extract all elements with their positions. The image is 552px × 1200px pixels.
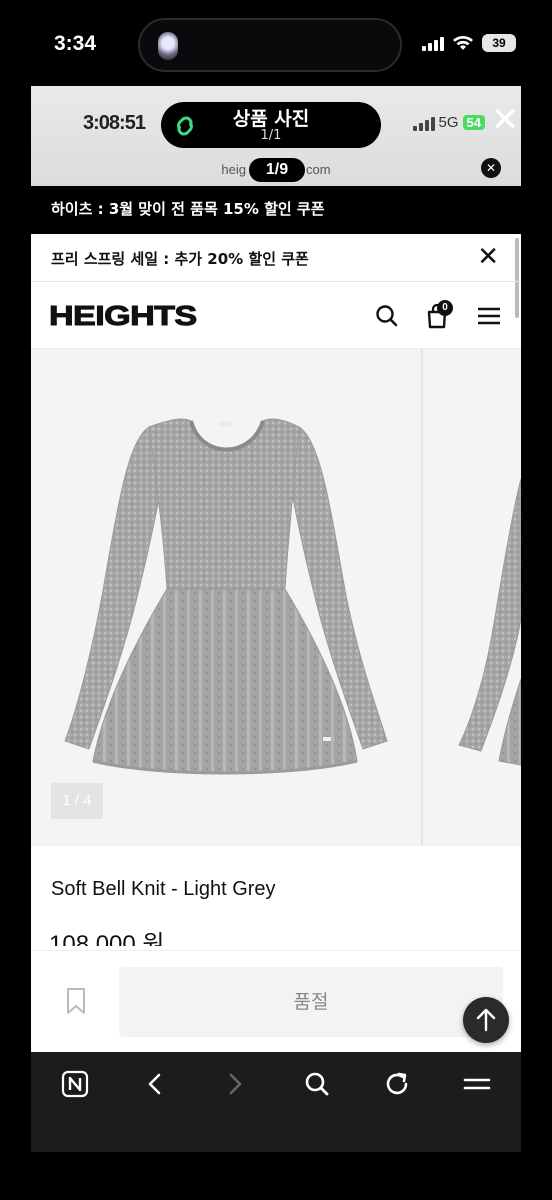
inner-status-time: 3:08:51 — [83, 112, 146, 134]
cart-count-badge: 0 — [437, 300, 453, 316]
product-photo-pill: 상품 사진 1/1 — [161, 102, 381, 148]
product-price: 108,000 원 — [49, 931, 165, 946]
slide-counter: 1 / 4 — [51, 783, 103, 819]
web-page: 프리 스프링 세일 : 추가 20% 할인 쿠폰 ✕ HEIGHTS 0 1 /… — [31, 234, 521, 1052]
knit-dress-image-next — [458, 478, 521, 766]
sale-banner[interactable]: 프리 스프링 세일 : 추가 20% 할인 쿠폰 ✕ — [31, 234, 521, 282]
dynamic-island — [138, 18, 402, 72]
product-name: Soft Bell Knit - Light Grey — [51, 878, 276, 900]
naver-home-icon — [61, 1070, 89, 1098]
soldout-button[interactable]: 품절 — [119, 967, 503, 1037]
site-logo[interactable]: HEIGHTS — [48, 300, 197, 332]
refresh-icon — [386, 1072, 408, 1095]
wifi-icon — [452, 35, 474, 51]
forward-button[interactable] — [217, 1066, 253, 1102]
url-row: heig com 1/9 ✕ — [31, 156, 521, 182]
bookmark-icon[interactable] — [65, 987, 87, 1015]
bottom-action-bar: 품절 — [31, 950, 521, 1052]
url-suffix: com — [306, 162, 331, 177]
promo-bar[interactable]: 하이츠 : 3월 맞이 전 품목 15% 할인 쿠폰 — [31, 186, 521, 234]
chevron-right-icon — [229, 1073, 242, 1095]
url-clear-icon[interactable]: ✕ — [481, 158, 501, 178]
battery-icon: 39 — [482, 34, 516, 52]
site-header: HEIGHTS 0 — [31, 282, 521, 348]
cellular-signal-icon — [422, 35, 444, 51]
viewer-close-icon[interactable]: ✕ — [485, 100, 521, 140]
toolbar-menu-icon — [463, 1078, 491, 1090]
menu-button[interactable] — [459, 1066, 495, 1102]
sale-banner-text: 프리 스프링 세일 : 추가 20% 할인 쿠폰 — [51, 250, 309, 268]
flashlight-icon — [158, 32, 178, 60]
product-image-main[interactable]: 1 / 4 — [31, 349, 421, 845]
status-bar: 3:34 39 — [0, 0, 552, 88]
url-prefix: heig — [221, 162, 246, 177]
search-icon[interactable] — [373, 302, 401, 330]
banner-close-icon[interactable]: ✕ — [477, 244, 499, 270]
chevron-left-icon — [148, 1073, 161, 1095]
product-gallery[interactable]: 1 / 4 — [31, 348, 521, 846]
browser-toolbar — [31, 1052, 521, 1152]
page-indicator: 1/9 — [249, 158, 305, 182]
toolbar-search-icon — [305, 1072, 329, 1096]
product-image-next[interactable] — [423, 349, 521, 845]
inner-battery-icon: 54 — [462, 115, 485, 130]
inner-status-icons: 5G 54 — [412, 114, 485, 131]
viewer-title: 상품 사진 — [232, 108, 310, 130]
scroll-top-button[interactable] — [463, 997, 509, 1043]
home-button[interactable] — [57, 1066, 93, 1102]
status-icons: 39 — [422, 34, 516, 52]
menu-icon[interactable] — [475, 302, 503, 330]
status-time: 3:34 — [54, 32, 97, 55]
inner-signal-icon — [412, 115, 435, 131]
image-viewer-header: 3:08:51 5G 54 상품 사진 1/1 ✕ heig com 1/9 ✕ — [31, 86, 521, 186]
refresh-button[interactable] — [379, 1066, 415, 1102]
viewer-count: 1/1 — [260, 128, 282, 143]
back-button[interactable] — [137, 1066, 173, 1102]
search-button[interactable] — [299, 1066, 335, 1102]
knit-dress-image — [64, 418, 388, 775]
inner-network-label: 5G — [438, 114, 459, 131]
